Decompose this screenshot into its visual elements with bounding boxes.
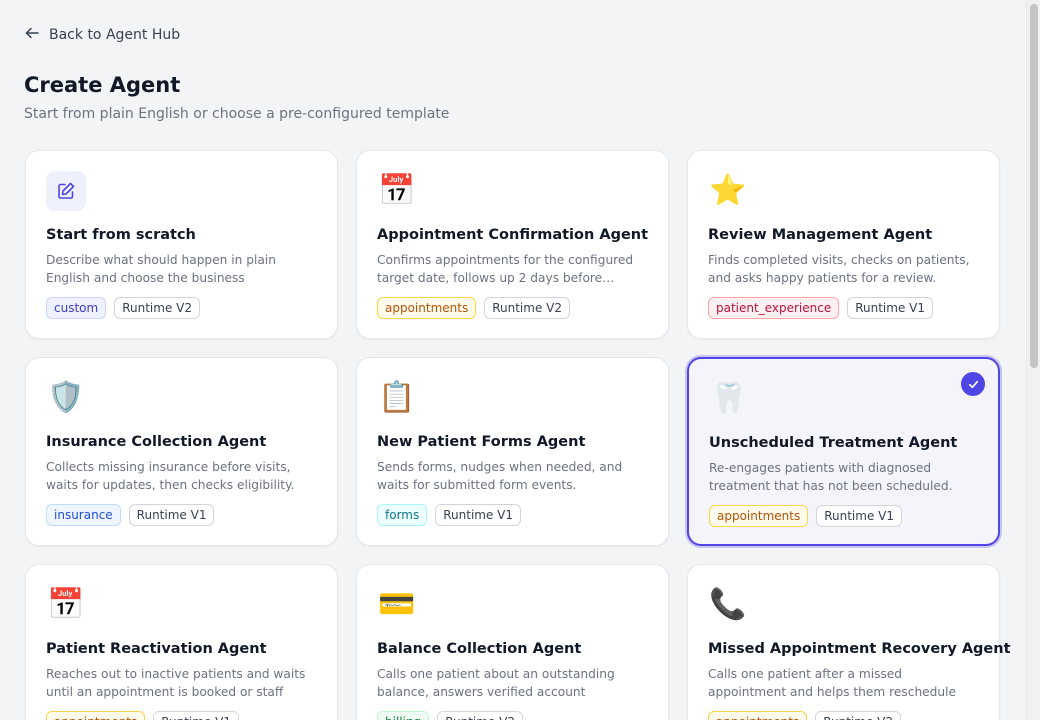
- category-badge: appointments: [708, 711, 808, 720]
- runtime-badge: Runtime V2: [437, 711, 523, 720]
- category-badge: appointments: [46, 711, 146, 720]
- category-badge: appointments: [377, 297, 477, 319]
- template-tags: insurance Runtime V1: [46, 504, 317, 526]
- category-badge: patient_experience: [708, 297, 840, 319]
- template-description: Calls one patient after a missed appoint…: [708, 667, 957, 699]
- template-description: Calls one patient about an outstanding b…: [377, 667, 615, 699]
- template-title: New Patient Forms Agent: [377, 434, 586, 450]
- edit-icon: [46, 171, 86, 211]
- star-icon: ⭐: [709, 173, 747, 208]
- template-title: Balance Collection Agent: [377, 641, 582, 657]
- template-card-review-management-agent[interactable]: ⭐ Review Management Agent Finds completed …: [687, 150, 1000, 339]
- scrollbar-thumb[interactable]: [1030, 4, 1038, 368]
- template-title: Start from scratch: [46, 227, 196, 243]
- credit-card-icon: 💳: [378, 587, 416, 622]
- category-badge: appointments: [709, 505, 809, 527]
- template-description: Sends forms, nudges when needed, and wai…: [377, 460, 623, 492]
- template-description: Confirms appointments for the configured…: [377, 253, 634, 285]
- template-card-balance-collection-agent[interactable]: 💳 Balance Collection Agent Calls one patie…: [356, 564, 669, 720]
- template-title: Missed Appointment Recovery Agent: [708, 641, 1011, 657]
- template-card-insurance-collection-agent[interactable]: 🛡️ Insurance Collection Agent Collects mis…: [25, 357, 338, 546]
- template-card-unscheduled-treatment-agent[interactable]: 🦷 Unscheduled Treatment Agent Re-engages p…: [687, 357, 1000, 546]
- create-agent-page: Back to Agent Hub Create Agent Start fro…: [0, 0, 1040, 720]
- category-badge: forms: [377, 504, 428, 526]
- template-title: Insurance Collection Agent: [46, 434, 267, 450]
- category-badge: billing: [377, 711, 430, 720]
- page-scrollbar[interactable]: [1026, 0, 1040, 720]
- phone-icon: 📞: [709, 587, 747, 622]
- template-tags: appointments Runtime V2: [377, 297, 648, 319]
- arrow-left-icon: [24, 25, 40, 45]
- template-grid: Start from scratch Describe what should h…: [25, 150, 1011, 720]
- page-title: Create Agent: [24, 73, 181, 97]
- template-title: Appointment Confirmation Agent: [377, 227, 649, 243]
- template-description: Describe what should happen in plain Eng…: [46, 253, 276, 285]
- runtime-badge: Runtime V1: [816, 505, 902, 527]
- page-subtitle: Start from plain English or choose a pre…: [24, 106, 450, 122]
- template-tags: appointments Runtime V2: [708, 711, 979, 720]
- template-title: Unscheduled Treatment Agent: [709, 435, 958, 451]
- template-card-patient-reactivation-agent[interactable]: 📅 Patient Reactivation Agent Reaches out t…: [25, 564, 338, 720]
- template-title: Patient Reactivation Agent: [46, 641, 267, 657]
- selected-check-icon: [961, 372, 985, 396]
- category-badge: insurance: [46, 504, 121, 526]
- template-card-new-patient-forms-agent[interactable]: 📋 New Patient Forms Agent Sends forms, nud…: [356, 357, 669, 546]
- template-description: Collects missing insurance before visits…: [46, 460, 295, 492]
- runtime-badge: Runtime V2: [114, 297, 200, 319]
- template-description: Finds completed visits, checks on patien…: [708, 253, 970, 285]
- template-title: Review Management Agent: [708, 227, 933, 243]
- template-tags: forms Runtime V1: [377, 504, 648, 526]
- clipboard-icon: 📋: [378, 380, 416, 415]
- template-tags: appointments Runtime V1: [709, 505, 978, 527]
- tooth-icon: 🦷: [710, 381, 748, 416]
- runtime-badge: Runtime V2: [815, 711, 901, 720]
- template-description: Reaches out to inactive patients and wai…: [46, 667, 306, 699]
- template-tags: custom Runtime V2: [46, 297, 317, 319]
- category-badge: custom: [46, 297, 107, 319]
- shield-icon: 🛡️: [47, 380, 85, 415]
- back-link-label: Back to Agent Hub: [49, 27, 181, 43]
- runtime-badge: Runtime V1: [847, 297, 933, 319]
- template-card-start-from-scratch[interactable]: Start from scratch Describe what should h…: [25, 150, 338, 339]
- runtime-badge: Runtime V1: [435, 504, 522, 526]
- template-tags: appointments Runtime V1: [46, 711, 317, 720]
- template-tags: billing Runtime V2: [377, 711, 648, 720]
- calendar-icon: 📅: [378, 173, 416, 208]
- template-card-missed-appointment-recovery-agent[interactable]: 📞 Missed Appointment Recovery Agent Calls …: [687, 564, 1011, 720]
- runtime-badge: Runtime V1: [153, 711, 239, 720]
- template-card-appointment-confirmation-agent[interactable]: 📅 Appointment Confirmation Agent Confirms …: [356, 150, 669, 339]
- template-description: Re-engages patients with diagnosed treat…: [709, 461, 953, 493]
- runtime-badge: Runtime V1: [128, 504, 215, 526]
- runtime-badge: Runtime V2: [484, 297, 570, 319]
- calendar-icon: 📅: [47, 587, 85, 622]
- template-tags: patient_experience Runtime V1: [708, 297, 979, 319]
- back-to-agent-hub-link[interactable]: Back to Agent Hub: [24, 25, 180, 45]
